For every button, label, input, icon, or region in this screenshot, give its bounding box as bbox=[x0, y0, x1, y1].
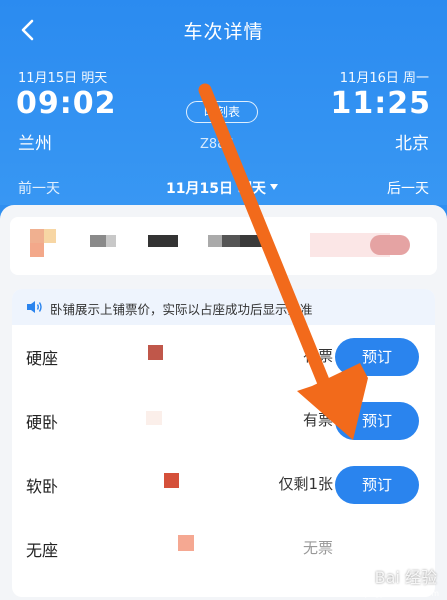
header: 车次详情 11月15日 明天 11月16日 周一 09:02 11:25 兰州 … bbox=[0, 0, 447, 205]
mosaic-block bbox=[44, 229, 56, 243]
caret-down-icon[interactable] bbox=[270, 184, 278, 190]
pixelated-price bbox=[164, 473, 179, 488]
train-number: Z886 bbox=[200, 137, 234, 152]
ticket-status: 仅剩1张 bbox=[278, 475, 333, 493]
mosaic-block bbox=[222, 235, 240, 247]
mosaic-block bbox=[370, 235, 410, 255]
seat-row-hard-seat: 硬座 有票 预订 bbox=[12, 325, 435, 389]
book-button[interactable]: 预订 bbox=[335, 338, 419, 376]
mosaic-block bbox=[106, 235, 116, 247]
book-button[interactable]: 预订 bbox=[335, 402, 419, 440]
seat-type-label: 硬卧 bbox=[26, 413, 59, 432]
departure-date: 11月15日 明天 bbox=[18, 71, 108, 86]
pixelated-banner bbox=[10, 217, 437, 275]
mosaic-block bbox=[208, 235, 222, 247]
pixelated-price bbox=[178, 535, 194, 551]
next-day-link[interactable]: 后一天 bbox=[387, 178, 429, 198]
ticket-status: 有票 bbox=[302, 411, 333, 429]
prev-day-link[interactable]: 前一天 bbox=[18, 178, 60, 198]
mosaic-block bbox=[90, 235, 106, 247]
watermark-url: jingyan.baidu.com bbox=[365, 589, 439, 598]
mosaic-block bbox=[30, 243, 44, 257]
timetable-button[interactable]: 时刻表 bbox=[186, 101, 258, 123]
seat-type-label: 软卧 bbox=[26, 477, 59, 496]
mosaic-block bbox=[148, 235, 178, 247]
seat-row-soft-sleeper: 软卧 仅剩1张 预订 bbox=[12, 453, 435, 517]
book-button[interactable]: 预订 bbox=[335, 466, 419, 504]
pixelated-price bbox=[146, 411, 162, 425]
mosaic-block bbox=[30, 229, 44, 243]
content-panel: 卧铺展示上铺票价，实际以占座成功后显示为准 硬座 有票 预订 硬卧 有票 预订 … bbox=[0, 205, 447, 600]
arrival-station: 北京 bbox=[395, 134, 429, 154]
page-title: 车次详情 bbox=[183, 21, 264, 43]
ticket-status: 无票 bbox=[302, 539, 333, 557]
seat-type-label: 无座 bbox=[26, 541, 59, 560]
arrival-date: 11月16日 周一 bbox=[339, 71, 429, 86]
arrival-time: 11:25 bbox=[330, 86, 431, 121]
seat-row-hard-sleeper: 硬卧 有票 预订 bbox=[12, 389, 435, 453]
seat-type-label: 硬座 bbox=[26, 349, 59, 368]
watermark-logo: Bai 经验 bbox=[374, 568, 437, 587]
seat-row-no-seat: 无座 无票 bbox=[12, 517, 435, 581]
date-selector[interactable]: 11月15日 明天 bbox=[166, 178, 266, 198]
mosaic-block bbox=[240, 235, 266, 247]
pixelated-price bbox=[148, 345, 163, 360]
ticket-status: 有票 bbox=[302, 347, 333, 365]
seat-list-card: 卧铺展示上铺票价，实际以占座成功后显示为准 硬座 有票 预订 硬卧 有票 预订 … bbox=[12, 289, 435, 597]
notice-bar: 卧铺展示上铺票价，实际以占座成功后显示为准 bbox=[12, 289, 435, 325]
speaker-icon bbox=[27, 301, 42, 313]
departure-time: 09:02 bbox=[16, 86, 117, 121]
departure-station: 兰州 bbox=[18, 134, 52, 154]
notice-text: 卧铺展示上铺票价，实际以占座成功后显示为准 bbox=[50, 302, 313, 317]
